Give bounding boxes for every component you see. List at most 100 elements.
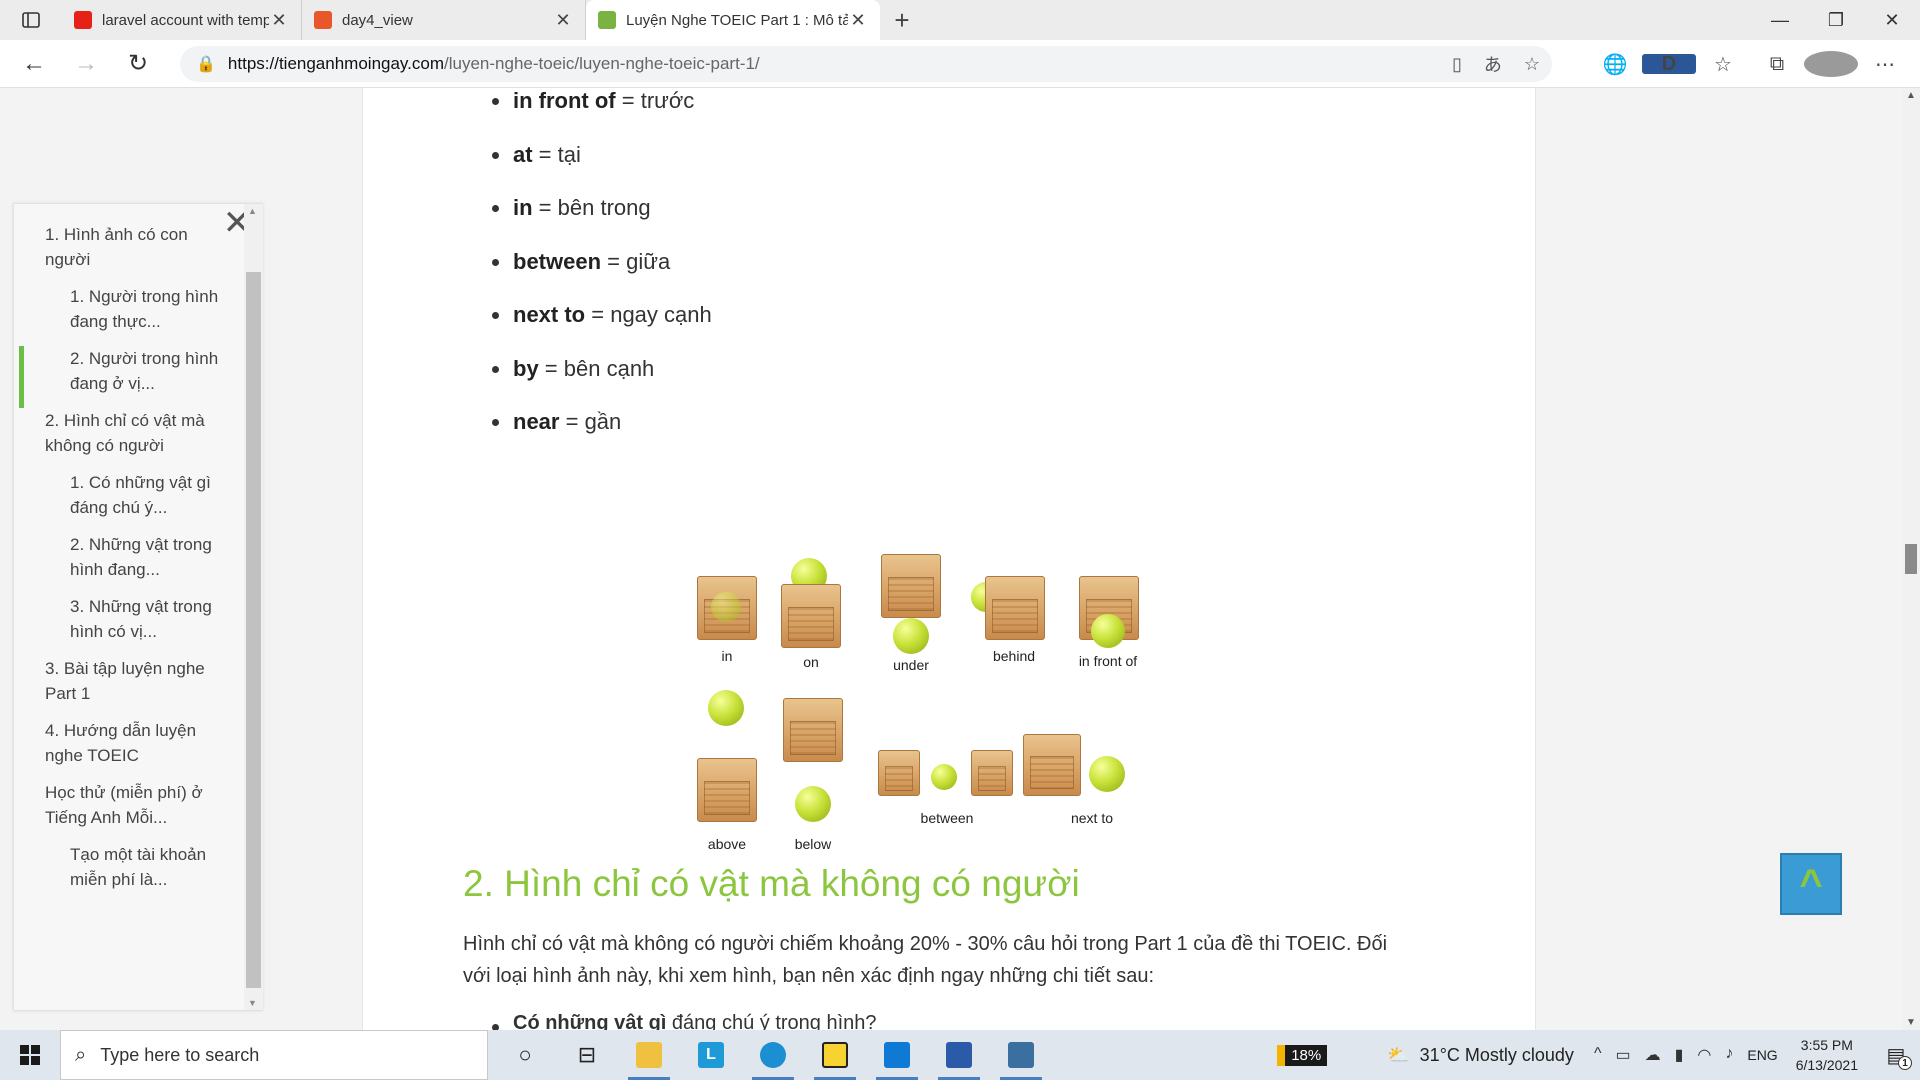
back-to-top-button[interactable]: ^ (1780, 853, 1842, 915)
tab-bar: laravel account with template - Y ✕ day4… (0, 0, 1920, 40)
taskbar-search[interactable]: ⌕ Type here to search (60, 1030, 488, 1080)
close-tab-icon[interactable]: ✕ (269, 10, 289, 31)
close-tab-icon[interactable]: ✕ (553, 10, 573, 31)
box-under (881, 554, 941, 618)
web-page: in front of = trước at = tại in = bên tr… (0, 88, 1920, 1030)
network-app-icon (1008, 1042, 1034, 1068)
wifi-icon[interactable]: ◠ (1697, 1045, 1711, 1065)
toc-item[interactable]: Tạo một tài khoản miễn phí là... (14, 842, 244, 892)
scroll-up-icon[interactable]: ▲ (1906, 90, 1916, 101)
toc-list: 1. Hình ảnh có con người 1. Người trong … (14, 222, 244, 904)
task-view-button[interactable]: ⊟ (556, 1030, 618, 1080)
sticky-notes-icon (822, 1042, 848, 1068)
toc-item[interactable]: 1. Người trong hình đang thực... (14, 284, 244, 334)
weather-widget[interactable]: 31°C Mostly cloudy (1420, 1045, 1574, 1066)
toc-item[interactable]: 2. Những vật trong hình đang... (14, 532, 244, 582)
chevron-up-icon: ^ (1799, 862, 1823, 906)
vscode-button[interactable] (866, 1030, 928, 1080)
powershell-button[interactable] (928, 1030, 990, 1080)
tab-actions-icon (22, 12, 40, 28)
forward-button[interactable]: → (60, 40, 112, 88)
scroll-up-icon[interactable]: ▲ (248, 206, 257, 216)
add-favorite-icon[interactable]: ☆ (1524, 54, 1540, 75)
translate-icon[interactable]: あ (1484, 51, 1502, 77)
windows-logo-icon (20, 1045, 40, 1065)
list-item: between = giữa (492, 235, 712, 289)
toc-item[interactable]: 1. Có những vật gì đáng chú ý... (14, 470, 244, 520)
profile-button[interactable] (1804, 51, 1858, 77)
box-between-right (971, 750, 1013, 796)
toc-item[interactable]: 1. Hình ảnh có con người (14, 222, 244, 272)
restore-icon[interactable]: ❐ (1808, 0, 1864, 40)
toc-item[interactable]: 4. Hướng dẫn luyện nghe TOEIC (14, 718, 244, 768)
ball-under (893, 618, 929, 654)
battery-indicator[interactable]: 18% (1277, 1044, 1328, 1066)
vscode-icon (884, 1042, 910, 1068)
sticky-notes-button[interactable] (804, 1030, 866, 1080)
close-window-icon[interactable]: ✕ (1864, 0, 1920, 40)
tab-youtube[interactable]: laravel account with template - Y ✕ (62, 0, 302, 40)
app-l-button[interactable]: L (680, 1030, 742, 1080)
cortana-icon: ○ (518, 1042, 532, 1067)
scroll-down-icon[interactable]: ▼ (1906, 1017, 1916, 1028)
toc-scroll-thumb[interactable] (246, 272, 261, 988)
toc-item[interactable]: 3. Những vật trong hình có vị... (14, 594, 244, 644)
box-above (697, 758, 757, 822)
section-paragraph: Hình chỉ có vật mà không có người chiếm … (463, 933, 1388, 987)
clock[interactable]: 3:55 PM 6/13/2021 (1796, 1035, 1858, 1075)
network-app-button[interactable] (990, 1030, 1052, 1080)
extension-d-button[interactable]: D (1642, 53, 1696, 76)
box-between-left (878, 750, 920, 796)
page-scrollbar[interactable]: ▲ ▼ (1902, 88, 1920, 1030)
volume-icon[interactable]: ♪ (1725, 1045, 1733, 1065)
url-text[interactable]: https://tienganhmoingay.com/luyen-nghe-t… (228, 54, 760, 74)
tray-icons: ^ ▭ ☁ ▮ ◠ ♪ (1594, 1045, 1733, 1065)
tab-actions-button[interactable] (0, 0, 62, 40)
tab-toeic-active[interactable]: Luyện Nghe TOEIC Part 1 : Mô tả ✕ (586, 0, 880, 40)
page-scroll-thumb[interactable] (1905, 544, 1917, 574)
toc-item[interactable]: 3. Bài tập luyện nghe Part 1 (14, 656, 244, 706)
label-below: below (794, 836, 832, 852)
refresh-button[interactable]: ↻ (112, 40, 164, 88)
collections-icon[interactable]: ⧉ (1750, 53, 1804, 76)
battery-icon[interactable]: ▮ (1675, 1045, 1684, 1065)
minimize-icon[interactable]: — (1752, 0, 1808, 40)
toc-scrollbar[interactable]: ▲ ▼ (244, 204, 263, 1010)
ball-below (795, 786, 831, 822)
cloud-icon[interactable]: ☁ (1645, 1045, 1661, 1065)
device-icon[interactable]: ▭ (1615, 1045, 1630, 1065)
language-indicator[interactable]: ENG (1747, 1047, 1777, 1063)
tab-day4-view[interactable]: day4_view ✕ (302, 0, 586, 40)
label-next-to: next to (1070, 810, 1114, 826)
toc-item[interactable]: 2. Hình chỉ có vật mà không có người (14, 408, 244, 458)
box-next-to (1023, 734, 1081, 796)
scroll-down-icon[interactable]: ▼ (248, 998, 257, 1008)
section-heading: 2. Hình chỉ có vật mà không có người (463, 863, 1080, 904)
file-explorer-button[interactable] (618, 1030, 680, 1080)
extension-globe-icon[interactable]: 🌐 (1588, 52, 1642, 77)
back-button[interactable]: ← (8, 40, 60, 88)
start-button[interactable] (0, 1030, 60, 1080)
ball-next-to (1089, 756, 1125, 792)
close-tab-icon[interactable]: ✕ (848, 10, 868, 31)
cortana-button[interactable]: ○ (494, 1030, 556, 1080)
app-l-icon: L (698, 1042, 724, 1068)
avatar (1804, 51, 1858, 77)
more-menu-icon[interactable]: ⋯ (1858, 52, 1912, 77)
browser-toolbar: ← → ↻ 🔒 https://tienganhmoingay.com/luye… (0, 40, 1920, 88)
new-tab-button[interactable]: + (880, 0, 924, 40)
forward-arrow-icon: → (74, 49, 98, 77)
toc-item[interactable]: Học thử (miễn phí) ở Tiếng Anh Mỗi... (14, 780, 244, 830)
edge-button[interactable] (742, 1030, 804, 1080)
chevron-up-icon[interactable]: ^ (1594, 1045, 1602, 1065)
toc-item-active[interactable]: 2. Người trong hình đang ở vị... (14, 346, 244, 408)
notification-center-button[interactable]: ▤ 1 (1872, 1043, 1920, 1070)
box-behind (985, 576, 1045, 640)
youtube-icon (74, 11, 92, 29)
list-item: in = bên trong (492, 181, 712, 235)
ball-above (708, 690, 744, 726)
favorites-icon[interactable]: ☆ (1696, 52, 1750, 77)
immersive-reader-icon[interactable]: ▯ (1452, 54, 1462, 75)
label-in-front-of: in front of (1078, 653, 1138, 669)
address-bar[interactable]: 🔒 https://tienganhmoingay.com/luyen-nghe… (180, 46, 1552, 82)
